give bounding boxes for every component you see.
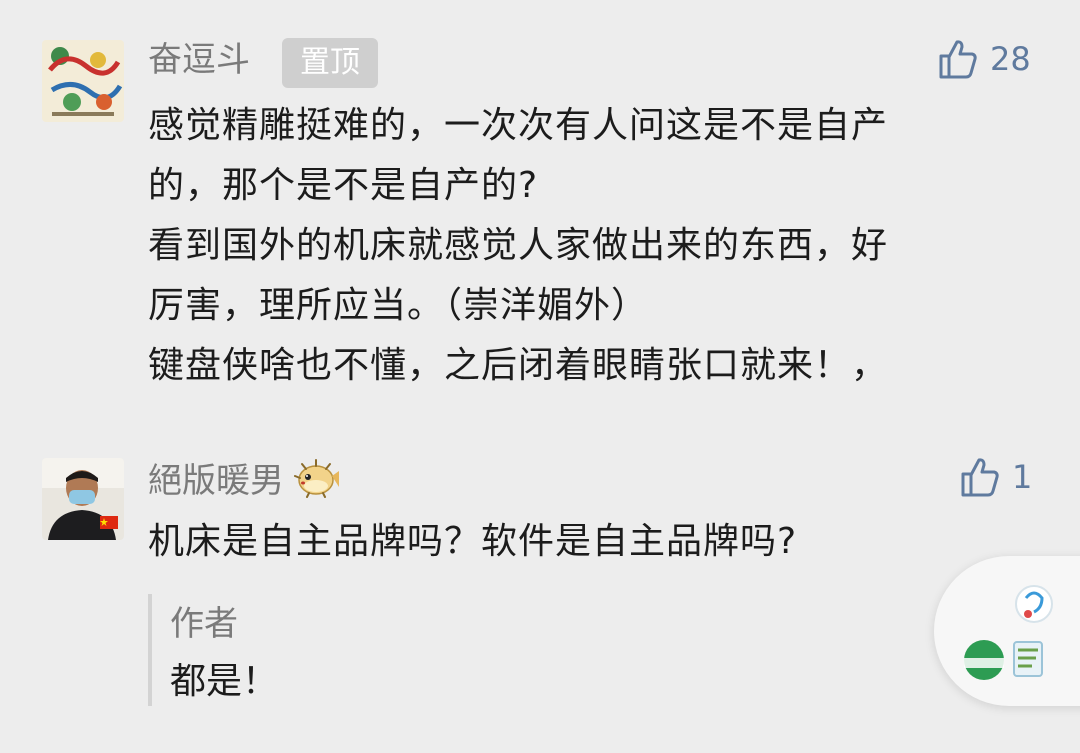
author-reply: 作者 都是！ [148,594,852,706]
comment-content: 机床是自主品牌吗？软件是自主品牌吗? [148,512,1048,572]
mini-program-icon [964,585,1053,680]
avatar-image [42,458,124,540]
comment-line: 机床是自主品牌吗？软件是自主品牌吗? [148,521,798,562]
reply-text: 都是！ [170,661,279,702]
like-button[interactable]: 1 [960,456,1032,498]
comment-nickname[interactable]: 絕版暖男 [148,458,340,507]
like-count: 1 [1012,458,1033,496]
avatar[interactable] [42,458,124,540]
reply-author: 作者 [170,604,238,644]
comment-item-2: 絕版暖男 1 机床是自主品牌吗？软件是自主品牌吗? 作者 都是！ [0,0,1080,753]
floating-widget[interactable] [934,556,1080,706]
pufferfish-emoji-icon [294,458,340,507]
comment-nickname-text: 絕版暖男 [148,461,284,501]
thumbs-up-icon [961,458,999,497]
